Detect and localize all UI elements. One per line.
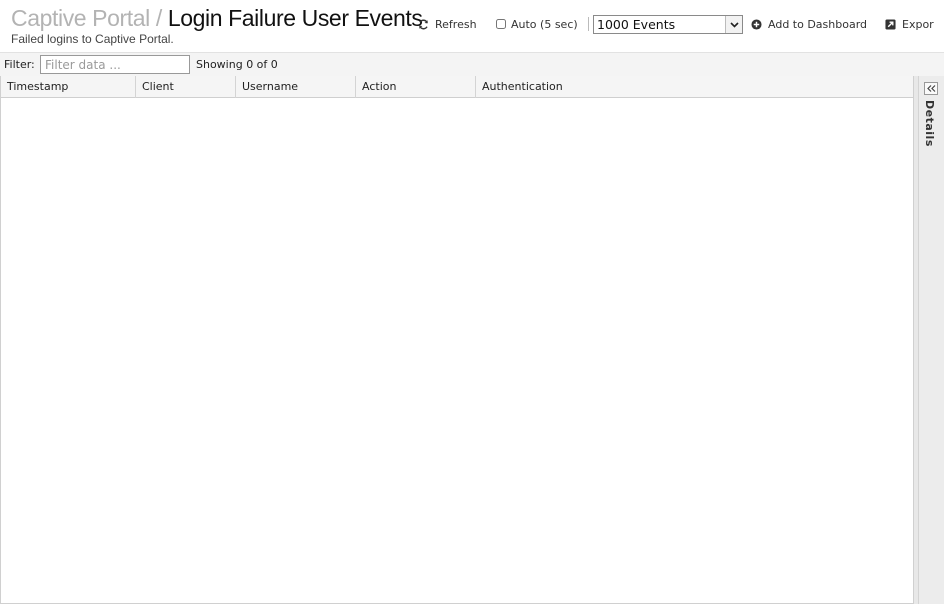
refresh-icon <box>419 19 428 29</box>
filter-bar: Filter: Showing 0 of 0 <box>0 52 944 76</box>
details-panel-label[interactable]: Details <box>923 100 936 147</box>
export-icon <box>885 18 896 30</box>
event-limit-value: 1000 Events <box>597 17 676 32</box>
double-chevron-left-icon <box>926 85 935 92</box>
refresh-label: Refresh <box>435 17 477 31</box>
app-window: Captive Portal / Login Failure User Events… <box>0 0 944 604</box>
column-header-timestamp[interactable]: Timestamp <box>1 76 136 98</box>
chevron-down-icon[interactable] <box>725 16 742 33</box>
grid-body <box>1 98 913 603</box>
auto-refresh-label: Auto (5 sec) <box>511 17 578 31</box>
page-header: Captive Portal / Login Failure User Events… <box>0 0 944 52</box>
refresh-button[interactable]: Refresh <box>418 14 477 34</box>
filter-label: Filter: <box>4 58 35 71</box>
auto-refresh-toggle[interactable]: Auto (5 sec) <box>496 14 578 34</box>
breadcrumb-parent[interactable]: Captive Portal <box>11 5 150 31</box>
breadcrumb-separator: / <box>155 5 162 31</box>
add-to-dashboard-button[interactable]: Add to Dashboard <box>751 14 867 34</box>
export-label: Expor <box>902 17 934 31</box>
plus-circle-icon <box>751 18 762 30</box>
event-limit-select[interactable]: 1000 Events <box>593 15 743 34</box>
grid-header: Timestamp Client Username Action Authent… <box>1 76 913 98</box>
export-button[interactable]: Expor <box>885 14 934 34</box>
add-to-dashboard-label: Add to Dashboard <box>768 17 868 31</box>
column-header-authentication[interactable]: Authentication <box>476 76 913 98</box>
auto-refresh-checkbox[interactable] <box>496 19 506 29</box>
expand-details-button[interactable] <box>924 82 938 95</box>
breadcrumb-current: Login Failure User Events <box>167 5 423 31</box>
events-grid: Timestamp Client Username Action Authent… <box>0 76 913 604</box>
column-header-action[interactable]: Action <box>356 76 476 98</box>
column-header-client[interactable]: Client <box>136 76 236 98</box>
filter-input[interactable] <box>40 55 190 74</box>
page-title: Captive Portal / Login Failure User Events <box>11 4 423 32</box>
column-header-username[interactable]: Username <box>236 76 356 98</box>
toolbar-divider <box>588 17 589 31</box>
details-panel: Details <box>918 76 944 604</box>
showing-count: Showing 0 of 0 <box>196 58 278 71</box>
page-subtitle: Failed logins to Captive Portal. <box>11 32 174 46</box>
